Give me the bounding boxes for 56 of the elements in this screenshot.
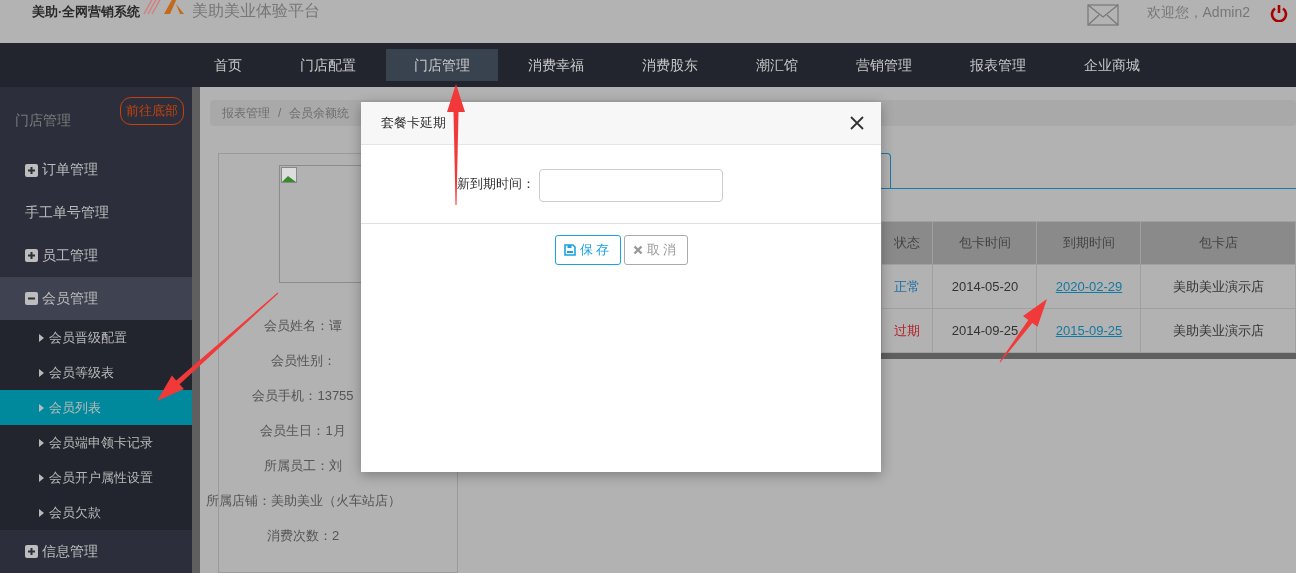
- column-header: 到期时间: [1037, 221, 1141, 265]
- member-field: 消费次数：2: [266, 518, 340, 553]
- sidebar-item[interactable]: 手工单号管理: [0, 191, 192, 235]
- nav-tab[interactable]: 营销管理: [828, 49, 940, 81]
- sidebar-title: 门店管理: [15, 111, 71, 130]
- submenu-item[interactable]: 会员开户属性设置: [0, 460, 192, 496]
- member-field: 会员手机：13755: [252, 378, 354, 413]
- mail-icon[interactable]: [1086, 4, 1119, 26]
- nav-tab[interactable]: 首页: [186, 49, 270, 81]
- table-cell: 2014-05-20: [933, 264, 1037, 309]
- caret-icon: [39, 438, 44, 447]
- submenu-item[interactable]: 会员端申领卡记录: [0, 425, 192, 461]
- nav-tab[interactable]: 企业商城: [1056, 49, 1168, 81]
- table-cell: 美助美业演示店: [1141, 308, 1296, 353]
- member-field: 会员姓名：谭: [264, 308, 342, 343]
- column-header: 包卡时间: [933, 221, 1037, 265]
- plus-box-icon: [25, 163, 38, 177]
- table-cell: 美助美业演示店: [1141, 264, 1296, 309]
- sidebar-item[interactable]: 员工管理: [0, 234, 192, 278]
- nav-tab[interactable]: 报表管理: [942, 49, 1054, 81]
- plus-box-icon: [25, 249, 38, 263]
- sidebar-item[interactable]: 信息管理: [0, 530, 192, 573]
- column-header: 状态: [881, 221, 933, 265]
- nav-tab[interactable]: 门店配置: [272, 49, 384, 81]
- x-icon: [632, 245, 643, 255]
- nav-tab[interactable]: 消费幸福: [500, 49, 612, 81]
- scrollbar[interactable]: [192, 87, 200, 573]
- caret-icon: [39, 368, 44, 377]
- breadcrumb-separator: /: [278, 106, 282, 120]
- caret-icon: [39, 508, 44, 517]
- power-icon[interactable]: [1270, 4, 1288, 22]
- caret-icon: [39, 333, 44, 342]
- member-field: 所属店铺：美助美业（火车站店）: [205, 483, 401, 518]
- submenu-item[interactable]: 会员晋级配置: [0, 320, 192, 356]
- column-header: 包卡店: [1141, 221, 1296, 265]
- member-field: 会员生日：1月: [260, 413, 346, 448]
- plus-box-icon: [25, 545, 38, 559]
- nav-tab[interactable]: 潮汇馆: [728, 49, 826, 81]
- member-field: 所属员工：刘: [264, 448, 342, 483]
- nav-tab[interactable]: 消费股东: [614, 49, 726, 81]
- welcome-text: 欢迎您，Admin2: [1146, 4, 1250, 22]
- submenu-item[interactable]: 会员等级表: [0, 355, 192, 391]
- brand-name: 美助·全网营销系统: [32, 3, 141, 21]
- member-field: 会员性别：: [270, 343, 336, 378]
- minus-box-icon: [25, 292, 38, 306]
- platform-title: 美助美业体验平台: [192, 1, 321, 21]
- caret-icon: [39, 403, 44, 412]
- submenu-item[interactable]: 会员欠款: [0, 495, 192, 531]
- date-input-field[interactable]: [539, 169, 723, 202]
- dialog-title: 套餐卡延期: [381, 114, 446, 132]
- close-icon[interactable]: [850, 116, 864, 130]
- nav-tab[interactable]: 门店管理: [386, 49, 498, 81]
- sidebar-item[interactable]: 订单管理: [0, 148, 192, 192]
- field-label: 新到期时间：: [457, 175, 535, 193]
- caret-icon: [39, 473, 44, 482]
- sidebar-item[interactable]: 会员管理: [0, 277, 192, 321]
